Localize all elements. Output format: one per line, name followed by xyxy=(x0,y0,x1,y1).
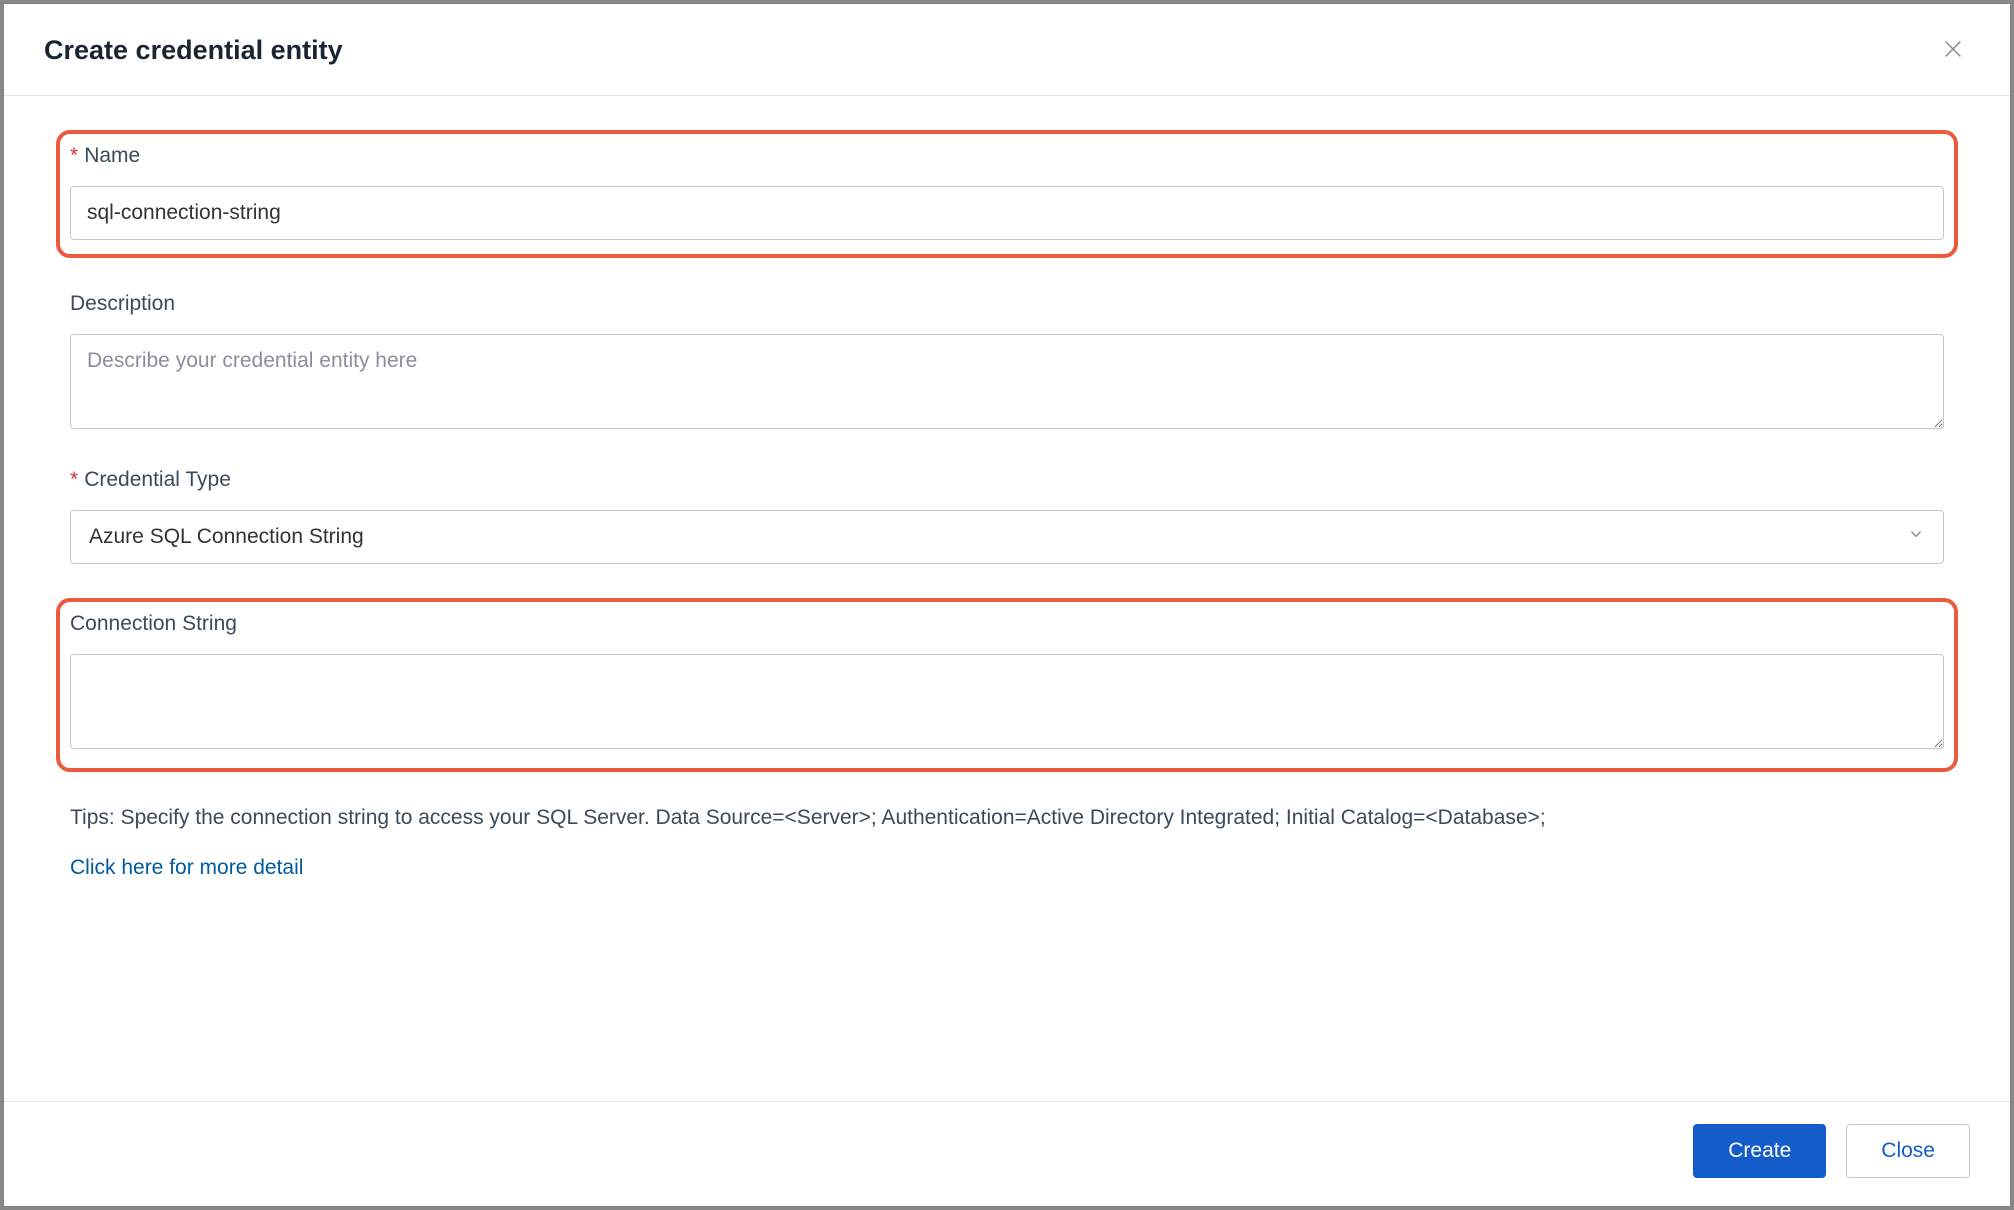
name-field-highlight: * Name xyxy=(56,130,1958,258)
credential-type-value: Azure SQL Connection String xyxy=(89,525,364,549)
close-icon-button[interactable] xyxy=(1936,32,1970,69)
chevron-down-icon xyxy=(1907,525,1925,549)
name-label-text: Name xyxy=(84,144,140,167)
close-icon xyxy=(1942,48,1964,63)
close-button[interactable]: Close xyxy=(1846,1124,1970,1178)
modal-header: Create credential entity xyxy=(4,4,2010,96)
description-label: Description xyxy=(70,292,1944,316)
credential-type-select[interactable]: Azure SQL Connection String xyxy=(70,510,1944,564)
name-input[interactable] xyxy=(70,186,1944,240)
required-asterisk: * xyxy=(70,468,78,491)
more-detail-link[interactable]: Click here for more detail xyxy=(70,856,303,880)
required-asterisk: * xyxy=(70,144,78,167)
description-textarea[interactable] xyxy=(70,334,1944,429)
name-label: * Name xyxy=(70,144,1944,168)
modal-title: Create credential entity xyxy=(44,35,343,66)
modal-footer: Create Close xyxy=(4,1101,2010,1206)
tips-text: Tips: Specify the connection string to a… xyxy=(70,806,1944,830)
create-button[interactable]: Create xyxy=(1693,1124,1826,1178)
connection-string-label: Connection String xyxy=(70,612,1944,636)
credential-type-group: * Credential Type Azure SQL Connection St… xyxy=(70,468,1944,564)
create-credential-modal: Create credential entity * Name Descripti… xyxy=(4,4,2010,1206)
credential-type-label: * Credential Type xyxy=(70,468,1944,492)
description-group: Description xyxy=(70,292,1944,434)
connection-string-highlight: Connection String xyxy=(56,598,1958,772)
modal-body: * Name Description * Credential Type Azure… xyxy=(4,96,2010,1101)
connection-string-textarea[interactable] xyxy=(70,654,1944,749)
credential-type-label-text: Credential Type xyxy=(84,468,231,491)
